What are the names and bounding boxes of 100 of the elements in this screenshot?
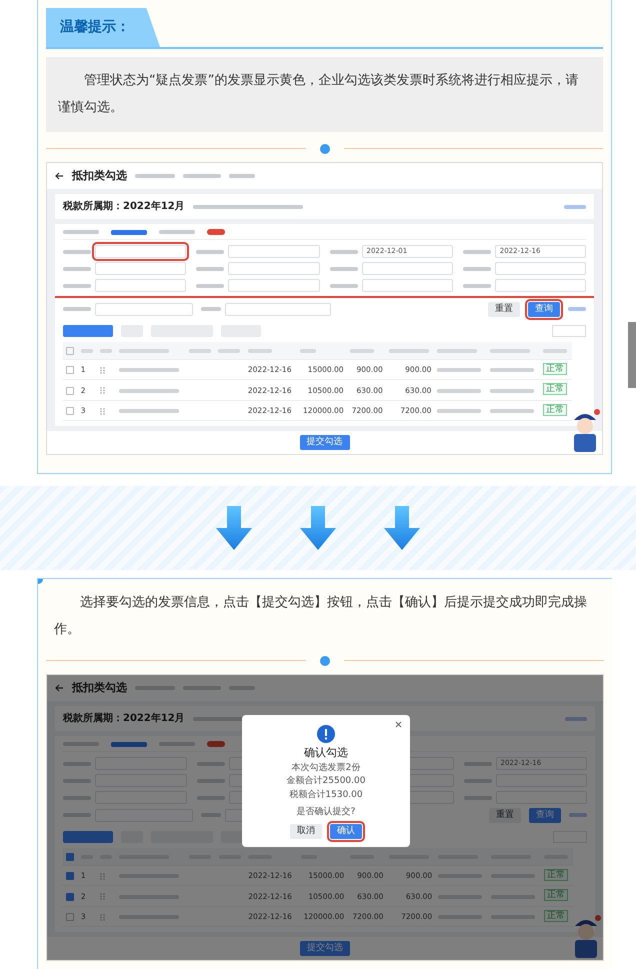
blurred-text (350, 348, 374, 353)
select-all-checkbox[interactable] (66, 346, 74, 355)
row-checkbox[interactable] (66, 892, 74, 901)
blurred-text (464, 796, 492, 800)
side-scroll-tab[interactable] (628, 322, 636, 388)
tab[interactable] (111, 230, 147, 235)
down-arrow-icon (216, 506, 252, 550)
status-tag: 正常 (544, 889, 568, 902)
blurred-text (188, 348, 211, 353)
blurred-text (183, 686, 221, 690)
drag-handle-icon[interactable] (100, 892, 105, 901)
blurred-text (118, 368, 179, 372)
status-tag: 正常 (544, 868, 568, 881)
back-arrow-icon[interactable] (55, 170, 64, 182)
row-checkbox[interactable] (66, 386, 74, 394)
input-field[interactable] (494, 279, 586, 292)
blurred-text (63, 778, 91, 783)
blurred-text (196, 762, 224, 766)
blurred-text (569, 813, 587, 818)
drag-handle-icon[interactable] (100, 365, 105, 374)
blurred-text (229, 686, 255, 690)
blurred-text (63, 250, 91, 254)
blurred-text (490, 388, 534, 393)
input-field[interactable] (95, 245, 186, 258)
input-field[interactable] (95, 279, 186, 292)
blurred-text (80, 348, 93, 353)
page-title: 抵扣类勾选 (72, 680, 127, 696)
blurred-text (437, 368, 482, 372)
input-field[interactable] (225, 302, 331, 316)
status-tag: 正常 (543, 404, 568, 416)
input-field[interactable] (494, 262, 586, 276)
columns-button[interactable] (552, 324, 586, 337)
blurred-text (462, 266, 491, 271)
blurred-text (248, 348, 272, 353)
input-field[interactable] (95, 262, 186, 276)
blurred-text (490, 348, 530, 353)
input-field[interactable] (362, 262, 453, 276)
reset-button[interactable]: 重置 (489, 808, 521, 823)
import-button[interactable] (63, 830, 113, 843)
drag-handle-icon[interactable] (100, 912, 105, 922)
blurred-text (437, 348, 478, 353)
input-field[interactable] (228, 279, 320, 292)
blurred-text (565, 716, 587, 721)
blurred-text (196, 284, 224, 288)
drag-handle-icon[interactable] (100, 386, 105, 395)
tip-text: 管理状态为“疑点发票”的发票显示黄色，企业勾选该类发票时系统将进行相应提示，请谨慎勾选。 (46, 57, 603, 132)
input-field[interactable] (362, 279, 453, 292)
blurred-text (464, 762, 492, 766)
blurred-text (196, 250, 224, 254)
blurred-text (183, 174, 221, 178)
blurred-text (218, 348, 240, 353)
blurred-text (63, 307, 91, 312)
submit-button[interactable]: 提交勾选 (300, 941, 350, 956)
import-button[interactable] (63, 324, 113, 337)
dialog-text: 税额合计1530.00 (289, 790, 363, 801)
badge-icon (207, 741, 225, 748)
blurred-text (300, 348, 316, 353)
blurred-text (135, 686, 175, 690)
row-checkbox[interactable] (66, 872, 74, 880)
select-all-checkbox[interactable] (66, 852, 74, 861)
blurred-text (118, 348, 169, 353)
search-button[interactable]: 查询 (528, 302, 560, 317)
divider-dot-icon (320, 656, 330, 666)
blurred-text (490, 409, 534, 414)
row-checkbox[interactable] (66, 366, 74, 374)
dialog-text: 金额合计25500.00 (286, 776, 366, 788)
status-tag: 正常 (544, 910, 568, 922)
blurred-text (330, 266, 358, 271)
search-button[interactable]: 查询 (529, 808, 561, 823)
step-text: 选择要勾选的发票信息，点击【提交勾选】按钮，点击【确认】后提示提交成功即完成操作。 (53, 594, 588, 640)
blurred-text (543, 348, 568, 353)
blurred-text (100, 348, 112, 353)
row-checkbox[interactable] (66, 407, 74, 415)
blurred-text (568, 307, 586, 312)
dialog-title: 确认勾选 (304, 744, 348, 761)
cancel-button[interactable]: 取消 (290, 824, 322, 839)
down-arrow-icon (300, 506, 336, 550)
blurred-text (462, 250, 491, 254)
blurred-text (330, 284, 358, 288)
tip-title: 温馨提示： (46, 8, 160, 47)
row-checkbox[interactable] (66, 913, 74, 922)
divider-dot-icon (320, 144, 330, 154)
blurred-text (118, 388, 179, 393)
blurred-text (490, 368, 534, 372)
input-field[interactable] (228, 262, 320, 276)
drag-handle-icon[interactable] (100, 871, 105, 880)
input-field[interactable] (95, 302, 193, 316)
drag-handle-icon[interactable] (100, 406, 105, 416)
blurred-text (63, 284, 91, 288)
blurred-text (229, 174, 255, 178)
page-title: 抵扣类勾选 (72, 168, 127, 184)
badge-icon (207, 229, 225, 236)
input-field[interactable] (228, 245, 320, 258)
tab[interactable] (111, 742, 147, 747)
period-text: 税款所属期：2022年12月 (63, 712, 185, 726)
blurred-text (63, 813, 91, 818)
submit-button[interactable]: 提交勾选 (300, 435, 350, 450)
confirm-button[interactable]: 确认 (330, 824, 362, 839)
blurred-text (135, 174, 175, 178)
reset-button[interactable]: 重置 (488, 302, 520, 317)
